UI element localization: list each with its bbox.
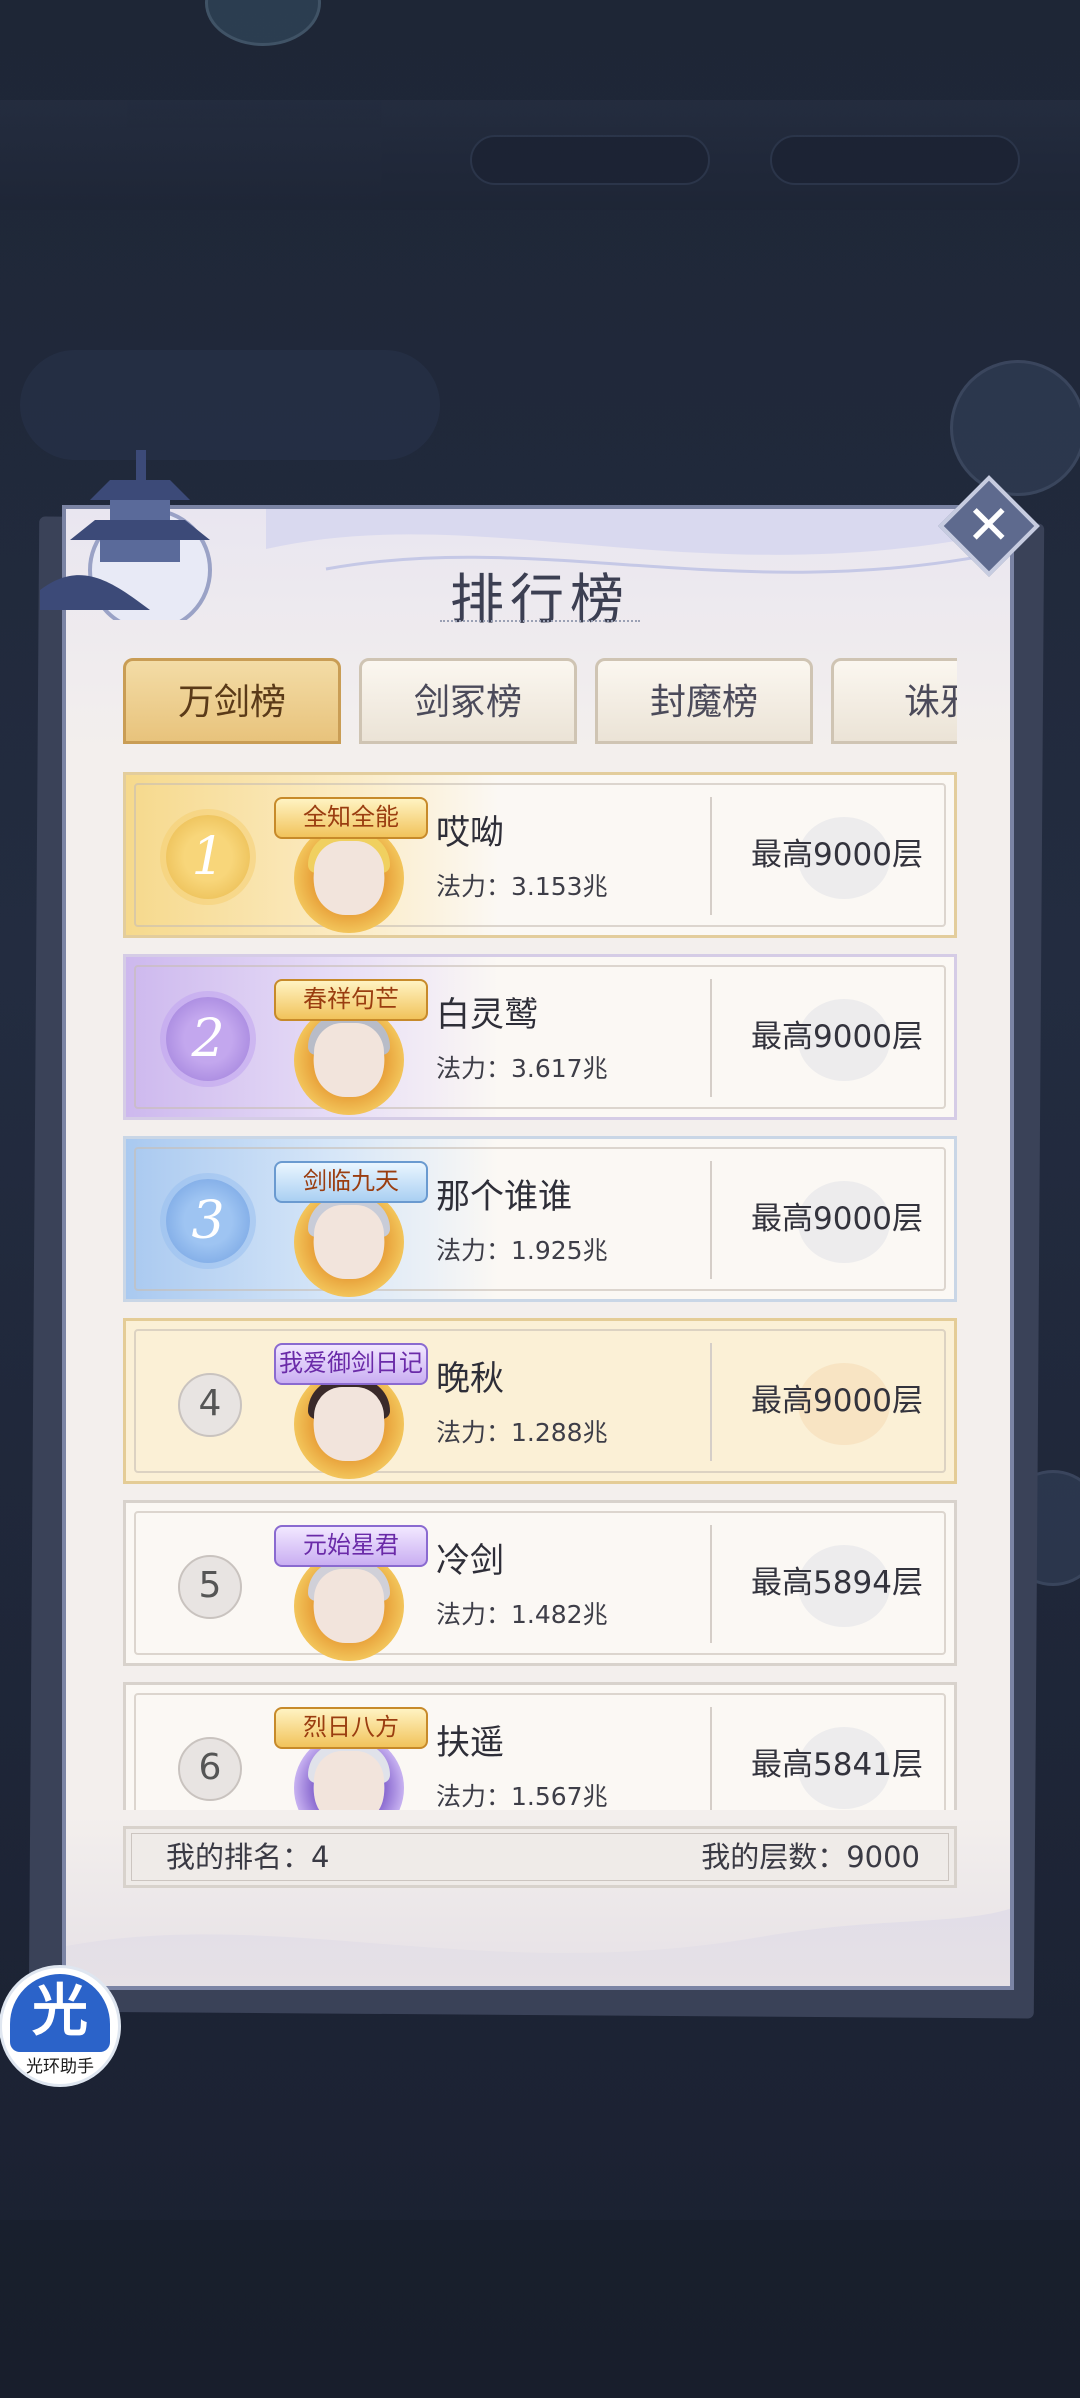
tab-fengmo[interactable]: 封魔榜 — [595, 658, 813, 744]
ranking-tabs: 万剑榜 剑冢榜 封魔榜 诛邪 — [123, 658, 957, 744]
ranking-row[interactable]: 6 烈日八方 扶遥 法力：1.567兆 最高5841层 — [123, 1682, 957, 1810]
player-name: 白灵鹫 — [436, 995, 538, 1035]
player-power: 法力：3.153兆 — [436, 872, 608, 901]
bronze-medal-icon: 3 — [166, 1179, 250, 1263]
silver-medal-icon: 2 — [166, 997, 250, 1081]
rank-number: 6 — [178, 1737, 242, 1801]
highest-floor: 最高5841层 — [751, 1747, 923, 1783]
player-power: 法力：3.617兆 — [436, 1054, 608, 1083]
assistant-label: 光环助手 — [26, 2057, 94, 2077]
my-floor: 我的层数：9000 — [701, 1840, 920, 1874]
highest-floor: 最高9000层 — [751, 1383, 923, 1419]
assistant-floating-button[interactable]: 光 光环助手 — [2, 1968, 118, 2084]
top-mascot-icon — [205, 0, 321, 46]
avatar[interactable]: 剑临九天 — [274, 1151, 428, 1299]
avatar[interactable]: 我爱御剑日记 — [274, 1333, 428, 1481]
assistant-logo-icon: 光 — [10, 1974, 110, 2052]
highest-floor: 最高5894层 — [751, 1565, 923, 1601]
avatar[interactable]: 春祥句芒 — [274, 969, 428, 1117]
ranking-row[interactable]: 1 全知全能 哎呦 法力：3.153兆 最高9000层 — [123, 772, 957, 938]
title-badge: 春祥句芒 — [274, 979, 428, 1021]
my-rank: 我的排名：4 — [166, 1840, 330, 1874]
highest-floor: 最高9000层 — [751, 1201, 923, 1237]
ranking-row[interactable]: 2 春祥句芒 白灵鹫 法力：3.617兆 最高9000层 — [123, 954, 957, 1120]
avatar[interactable]: 烈日八方 — [274, 1697, 428, 1810]
tab-wanjian[interactable]: 万剑榜 — [123, 658, 341, 744]
title-badge: 我爱御剑日记 — [274, 1343, 428, 1385]
title-badge: 烈日八方 — [274, 1707, 428, 1749]
my-ranking-bar: 我的排名：4 我的层数：9000 — [123, 1826, 957, 1888]
background-resource-1 — [470, 135, 710, 185]
ranking-row[interactable]: 5 元始星君 冷剑 法力：1.482兆 最高5894层 — [123, 1500, 957, 1666]
avatar[interactable]: 全知全能 — [274, 787, 428, 935]
player-name: 扶遥 — [436, 1723, 504, 1763]
title-underline-decoration — [440, 620, 640, 632]
highest-floor: 最高9000层 — [751, 837, 923, 873]
tab-jianzhong[interactable]: 剑冢榜 — [359, 658, 577, 744]
avatar[interactable]: 元始星君 — [274, 1515, 428, 1663]
close-icon: ✕ — [966, 494, 1012, 557]
ranking-row-self[interactable]: 4 我爱御剑日记 晚秋 法力：1.288兆 最高9000层 — [123, 1318, 957, 1484]
background-orb-icon — [950, 360, 1080, 496]
background-resource-2 — [770, 135, 1020, 185]
player-power: 法力：1.482兆 — [436, 1600, 608, 1629]
title-badge: 元始星君 — [274, 1525, 428, 1567]
title-badge: 剑临九天 — [274, 1161, 428, 1203]
rank-number: 5 — [178, 1555, 242, 1619]
background-bottom-bar — [0, 2220, 1080, 2398]
player-name: 那个谁谁 — [436, 1177, 572, 1217]
player-name: 冷剑 — [436, 1541, 504, 1581]
rank-number: 4 — [178, 1373, 242, 1437]
player-power: 法力：1.288兆 — [436, 1418, 608, 1447]
ranking-list[interactable]: 1 全知全能 哎呦 法力：3.153兆 最高9000层 2 春祥句芒 白灵鹫 法… — [123, 760, 957, 1810]
ranking-row[interactable]: 3 剑临九天 那个谁谁 法力：1.925兆 最高9000层 — [123, 1136, 957, 1302]
player-name: 晚秋 — [436, 1359, 504, 1399]
gold-medal-icon: 1 — [166, 815, 250, 899]
title-badge: 全知全能 — [274, 797, 428, 839]
player-power: 法力：1.925兆 — [436, 1236, 608, 1265]
highest-floor: 最高9000层 — [751, 1019, 923, 1055]
player-name: 哎呦 — [436, 813, 504, 853]
player-power: 法力：1.567兆 — [436, 1782, 608, 1810]
tab-zhuxie[interactable]: 诛邪 — [831, 658, 957, 744]
